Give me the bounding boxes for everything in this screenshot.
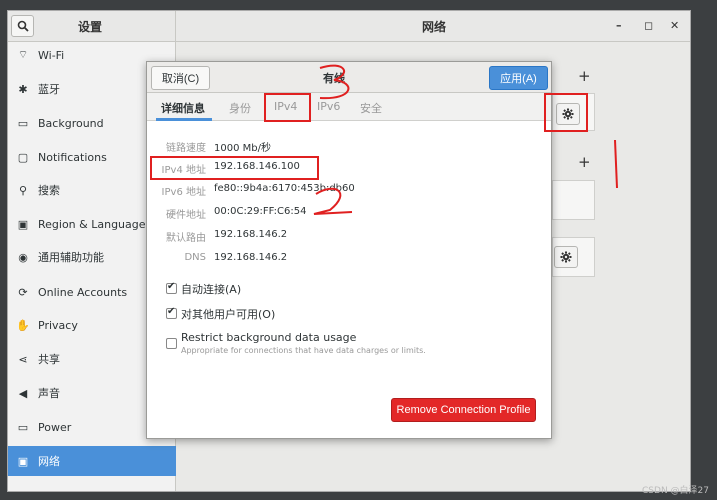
apply-button[interactable]: 应用(A) bbox=[489, 66, 548, 90]
notifications-icon: ▢ bbox=[17, 150, 29, 164]
detail-label: 硬件地址 bbox=[166, 210, 206, 221]
gear-icon bbox=[562, 108, 574, 120]
network-icon: ▣ bbox=[17, 454, 29, 468]
tab-identity[interactable]: 身份 bbox=[229, 100, 251, 116]
tab-security[interactable]: 安全 bbox=[360, 100, 382, 116]
restrict-data-label: Restrict background data usage bbox=[181, 331, 357, 344]
tab-ipv6[interactable]: IPv6 bbox=[317, 100, 340, 113]
detail-value: 1000 Mb/秒 bbox=[214, 143, 271, 154]
detail-label: 链路速度 bbox=[166, 143, 206, 154]
sound-icon: ◀ bbox=[18, 386, 28, 400]
detail-label: DNS bbox=[184, 252, 206, 263]
sidebar-header: 设置 bbox=[8, 11, 175, 42]
detail-label: 默认路由 bbox=[166, 233, 206, 244]
detail-value: 00:0C:29:FF:C6:54 bbox=[214, 206, 307, 217]
sidebar-item-label: 蓝牙 bbox=[38, 83, 60, 96]
background-icon: ▭ bbox=[17, 116, 29, 130]
dialog-title: 有线 bbox=[323, 72, 345, 85]
sidebar-item-label: 通用辅助功能 bbox=[38, 251, 104, 264]
sidebar-item-label: Privacy bbox=[38, 318, 78, 332]
sidebar-item-label: Region & Language bbox=[38, 217, 146, 231]
auto-connect-label: 自动连接(A) bbox=[181, 283, 242, 296]
privacy-icon: ✋ bbox=[16, 318, 30, 332]
cancel-button[interactable]: 取消(C) bbox=[151, 66, 210, 90]
restrict-data-checkbox[interactable] bbox=[166, 338, 177, 349]
add-vpn-plus-icon[interactable]: + bbox=[578, 153, 591, 171]
sidebar-item-label: 搜索 bbox=[38, 184, 60, 197]
bluetooth-icon: ✱ bbox=[18, 82, 28, 96]
main-header: 网络 – ◻ ✕ bbox=[176, 11, 690, 42]
accessibility-icon: ◉ bbox=[18, 250, 28, 264]
wired-settings-button[interactable] bbox=[556, 103, 580, 125]
share-icon: ⋖ bbox=[18, 352, 28, 366]
sidebar-item-network[interactable]: ▣ 网络 bbox=[8, 446, 176, 476]
search-icon: ⚲ bbox=[18, 183, 28, 197]
detail-value: 192.168.146.100 bbox=[214, 161, 300, 172]
minimize-button[interactable]: – bbox=[616, 19, 622, 32]
sidebar-title: 设置 bbox=[78, 20, 103, 34]
detail-value: 192.168.146.2 bbox=[214, 229, 288, 240]
sidebar-item-label: Online Accounts bbox=[38, 285, 128, 299]
tab-details[interactable]: 详细信息 bbox=[161, 100, 205, 116]
available-all-checkbox[interactable] bbox=[166, 306, 177, 319]
detail-value: 192.168.146.2 bbox=[214, 252, 288, 263]
available-all-label: 对其他用户可用(O) bbox=[181, 308, 276, 321]
proxy-settings-button[interactable] bbox=[554, 246, 578, 268]
dialog-header: 取消(C) 有线 应用(A) bbox=[147, 62, 551, 93]
close-button[interactable]: ✕ bbox=[670, 19, 679, 32]
remove-connection-button[interactable]: Remove Connection Profile bbox=[391, 398, 536, 422]
sidebar-item-label: 共享 bbox=[38, 353, 60, 366]
auto-connect-checkbox[interactable] bbox=[166, 281, 177, 294]
sidebar-item-label: 声音 bbox=[38, 387, 60, 400]
sidebar-item-label: Wi-Fi bbox=[38, 48, 65, 62]
add-connection-plus-icon[interactable]: + bbox=[578, 67, 591, 85]
gear-icon bbox=[560, 251, 572, 263]
wifi-icon: ⌔ bbox=[17, 48, 29, 61]
search-button[interactable] bbox=[11, 15, 34, 37]
vpn-panel bbox=[552, 180, 595, 220]
detail-label: IPv4 地址 bbox=[161, 165, 206, 176]
search-icon bbox=[17, 20, 29, 32]
page-title: 网络 bbox=[422, 20, 447, 34]
wired-connection-dialog: 取消(C) 有线 应用(A) 详细信息 身份 IPv4 IPv6 安全 链路速度… bbox=[146, 61, 552, 439]
tab-active-indicator bbox=[156, 118, 212, 121]
sidebar-item-label: Background bbox=[38, 116, 104, 130]
online-accounts-icon: ⟳ bbox=[18, 285, 28, 299]
power-icon: ▭ bbox=[17, 420, 29, 434]
maximize-button[interactable]: ◻ bbox=[644, 19, 653, 32]
sidebar-item-label: Notifications bbox=[38, 150, 107, 164]
dialog-tabs: 详细信息 身份 IPv4 IPv6 安全 bbox=[147, 93, 551, 121]
restrict-data-description: Appropriate for connections that have da… bbox=[181, 346, 426, 355]
region-icon: ▣ bbox=[17, 217, 29, 231]
watermark-text: CSDN @白泽27 bbox=[642, 486, 709, 496]
detail-label: IPv6 地址 bbox=[161, 187, 206, 198]
sidebar-item-label: Power bbox=[38, 420, 72, 434]
tab-ipv4[interactable]: IPv4 bbox=[274, 100, 297, 113]
sidebar-item-label: 网络 bbox=[38, 455, 60, 468]
detail-value: fe80::9b4a:6170:453b:db60 bbox=[214, 183, 355, 194]
